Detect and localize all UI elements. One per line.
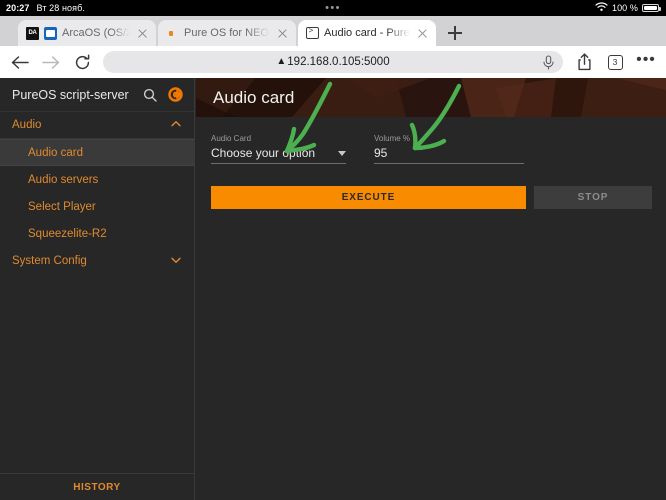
share-icon[interactable] <box>574 52 594 72</box>
tab-title: Audio card - PureOS scri <box>324 27 410 39</box>
action-buttons: EXECUTE STOP <box>211 186 652 209</box>
execute-button[interactable]: EXECUTE <box>211 186 526 209</box>
sidebar-group-system-config[interactable]: System Config <box>0 247 194 275</box>
sidebar-item-label: Squeezelite-R2 <box>28 228 107 240</box>
main-panel: Audio card Audio Card Choose your option… <box>196 78 666 500</box>
more-horizontal-icon[interactable]: ••• <box>636 52 656 72</box>
audio-card-value: Choose your option <box>211 145 338 161</box>
page-title: Audio card <box>196 78 666 117</box>
chevron-up-icon <box>170 118 182 133</box>
sidebar-item-audio-card[interactable]: Audio card <box>0 139 194 166</box>
back-icon[interactable] <box>10 52 30 72</box>
volume-field-wrapper: Volume % 95 <box>374 134 524 164</box>
history-label: HISTORY <box>73 482 120 493</box>
sidebar-item-squeezelite-r2[interactable]: Squeezelite-R2 <box>0 220 194 247</box>
url-bar[interactable]: ▲ 192.168.0.105:5000 <box>103 51 563 73</box>
sidebar-item-label: Select Player <box>28 201 96 213</box>
sidebar-item-audio-servers[interactable]: Audio servers <box>0 166 194 193</box>
insecure-warning-icon: ▲ <box>276 57 286 67</box>
status-bar-right: 100 % <box>595 2 659 14</box>
battery-icon <box>642 4 659 12</box>
browser-tab-3-active[interactable]: Audio card - PureOS scri <box>298 20 436 46</box>
window-icon <box>44 27 57 40</box>
history-button[interactable]: HISTORY <box>0 473 194 500</box>
sidebar-item-select-player[interactable]: Select Player <box>0 193 194 220</box>
close-icon[interactable] <box>135 26 150 41</box>
sidebar-item-label: Audio servers <box>28 174 98 186</box>
tab-count-button[interactable]: 3 <box>605 52 625 72</box>
browser-toolbar: ▲ 192.168.0.105:5000 3 <box>0 46 666 78</box>
app-title: PureOS script-server <box>12 88 133 102</box>
audio-card-label: Audio Card <box>211 134 346 144</box>
new-tab-button[interactable] <box>442 20 468 46</box>
chevron-down-icon <box>338 151 346 156</box>
app-sidebar: PureOS script-server Audi <box>0 78 195 500</box>
volume-label: Volume % <box>374 134 524 144</box>
microphone-icon[interactable] <box>542 55 555 70</box>
web-page-viewport: PureOS script-server Audi <box>0 78 666 500</box>
forward-icon[interactable] <box>41 52 61 72</box>
url-value: 192.168.0.105:5000 <box>287 56 389 68</box>
gear-icon[interactable] <box>167 87 183 103</box>
tab-title: Pure OS for NEO3 (RUS) <box>184 27 270 39</box>
multitask-indicator[interactable]: ••• <box>0 0 666 16</box>
page-banner: Audio card <box>196 78 666 117</box>
stop-button: STOP <box>534 186 652 209</box>
tab-title: ArcaOS (OS/2) — one <box>62 27 130 39</box>
tab-strip: DA ArcaOS (OS/2) — one Pure OS for NEO3 … <box>0 16 666 46</box>
script-parameters-form: Audio Card Choose your option Volume % 9… <box>196 117 666 209</box>
sidebar-group-label: Audio <box>12 119 170 131</box>
chevron-down-icon <box>170 254 182 269</box>
volume-value: 95 <box>374 145 524 161</box>
wifi-icon <box>595 2 608 14</box>
reload-icon[interactable] <box>72 52 92 72</box>
ios-status-bar: 20:27 Вт 28 нояб. ••• 100 % <box>0 0 666 16</box>
audio-card-select[interactable]: Choose your option <box>211 145 346 164</box>
audio-card-select-wrapper: Audio Card Choose your option <box>211 134 346 164</box>
terminal-icon <box>306 27 319 40</box>
tab-count-label: 3 <box>608 55 623 70</box>
close-icon[interactable] <box>415 26 430 41</box>
volume-input[interactable]: 95 <box>374 145 524 164</box>
url-text-wrap: ▲ 192.168.0.105:5000 <box>276 56 389 68</box>
sidebar-group-audio[interactable]: Audio <box>0 111 194 139</box>
browser-tab-1[interactable]: DA ArcaOS (OS/2) — one <box>18 20 156 46</box>
da-square-icon: DA <box>26 27 39 40</box>
sidebar-header: PureOS script-server <box>0 78 194 111</box>
close-icon[interactable] <box>275 26 290 41</box>
browser-tab-2[interactable]: Pure OS for NEO3 (RUS) <box>158 20 296 46</box>
orange-dot-icon <box>166 27 179 40</box>
search-icon[interactable] <box>142 87 158 103</box>
tablet-browser-screenshot: 20:27 Вт 28 нояб. ••• 100 % DA <box>0 0 666 500</box>
sidebar-item-label: Audio card <box>28 147 83 159</box>
fields-row: Audio Card Choose your option Volume % 9… <box>211 134 652 164</box>
browser-chrome: DA ArcaOS (OS/2) — one Pure OS for NEO3 … <box>0 16 666 78</box>
sidebar-group-label: System Config <box>12 255 170 267</box>
battery-percent: 100 % <box>612 3 638 13</box>
